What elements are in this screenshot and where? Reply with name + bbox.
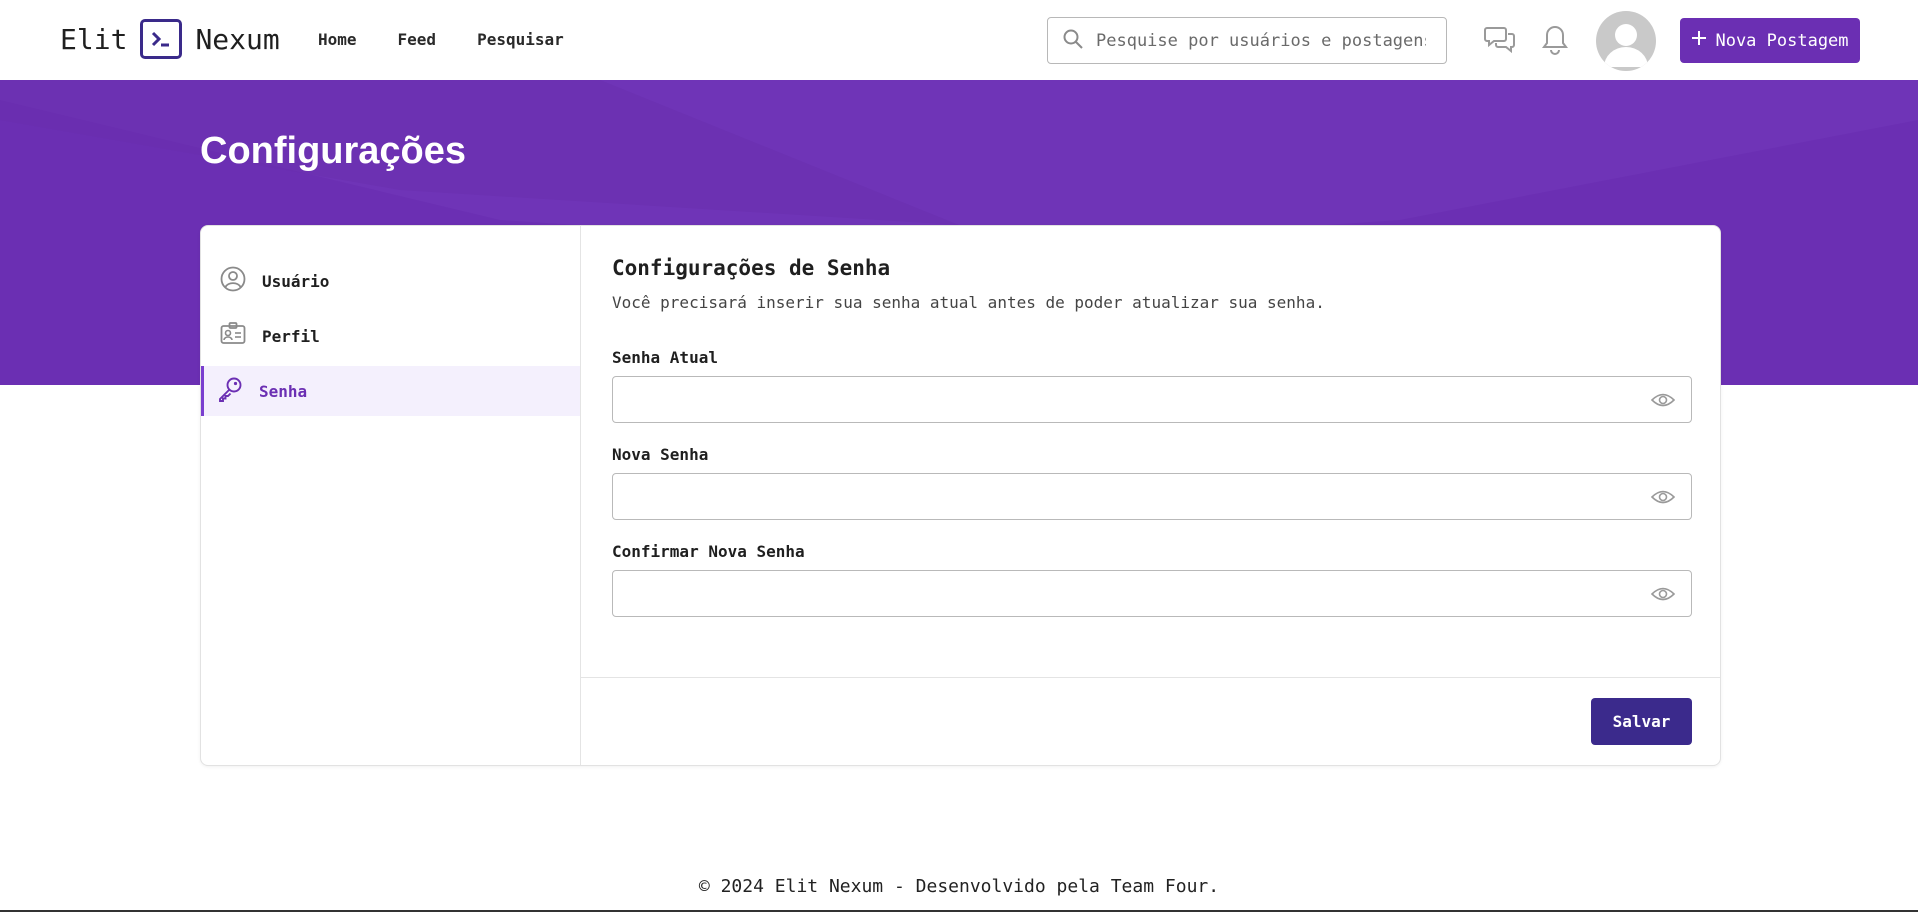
messages-icon[interactable] <box>1484 24 1516 60</box>
eye-icon[interactable] <box>1650 488 1676 510</box>
terminal-icon <box>140 19 183 59</box>
current-password-label: Senha Atual <box>612 348 718 367</box>
section-title: Configurações de Senha <box>612 256 891 280</box>
logo-text-left: Elit <box>60 22 128 56</box>
confirm-password-input[interactable] <box>613 571 1633 616</box>
current-password-input[interactable] <box>613 377 1633 422</box>
sidebar-item-label: Usuário <box>262 271 330 291</box>
eye-icon[interactable] <box>1650 391 1676 413</box>
new-post-label: Nova Postagem <box>1715 30 1849 51</box>
settings-card: Usuário Perfil Senha Configurações de Se… <box>200 225 1721 766</box>
search-input[interactable] <box>1096 30 1426 51</box>
bell-icon[interactable] <box>1540 24 1570 60</box>
card-divider <box>581 677 1720 678</box>
new-post-button[interactable]: Nova Postagem <box>1680 18 1860 63</box>
nav-link-search[interactable]: Pesquisar <box>477 30 564 49</box>
sidebar-item-profile[interactable]: Perfil <box>201 311 580 361</box>
new-password-field <box>612 473 1692 520</box>
current-password-field <box>612 376 1692 423</box>
new-password-input[interactable] <box>613 474 1633 519</box>
key-icon <box>217 376 243 406</box>
user-circle-icon <box>220 266 246 296</box>
search-box[interactable] <box>1047 17 1447 64</box>
new-password-label: Nova Senha <box>612 445 709 464</box>
main-nav: Home Feed Pesquisar <box>318 30 564 49</box>
logo[interactable]: Elit Nexum <box>60 19 280 59</box>
search-icon <box>1062 28 1084 54</box>
confirm-password-field <box>612 570 1692 617</box>
sidebar-item-label: Perfil <box>262 326 320 346</box>
page-footer: © 2024 Elit Nexum - Desenvolvido pela Te… <box>698 876 1220 897</box>
user-avatar[interactable] <box>1596 11 1656 71</box>
id-card-icon <box>220 321 246 351</box>
confirm-password-label: Confirmar Nova Senha <box>612 542 805 561</box>
eye-icon[interactable] <box>1650 585 1676 607</box>
section-description: Você precisará inserir sua senha atual a… <box>612 293 1325 312</box>
sidebar-item-label: Senha <box>259 381 308 401</box>
sidebar-item-user[interactable]: Usuário <box>201 256 580 306</box>
save-button[interactable]: Salvar <box>1591 698 1692 745</box>
logo-text-right: Nexum <box>195 22 280 56</box>
nav-link-home[interactable]: Home <box>318 30 357 49</box>
settings-sidebar: Usuário Perfil Senha <box>201 226 581 765</box>
top-navbar: Elit Nexum Home Feed Pesquisar Pesquise … <box>0 0 1918 80</box>
plus-icon <box>1691 30 1707 51</box>
nav-link-feed[interactable]: Feed <box>398 30 437 49</box>
page-title: Configurações <box>200 130 467 172</box>
sidebar-item-password[interactable]: Senha <box>201 366 580 416</box>
